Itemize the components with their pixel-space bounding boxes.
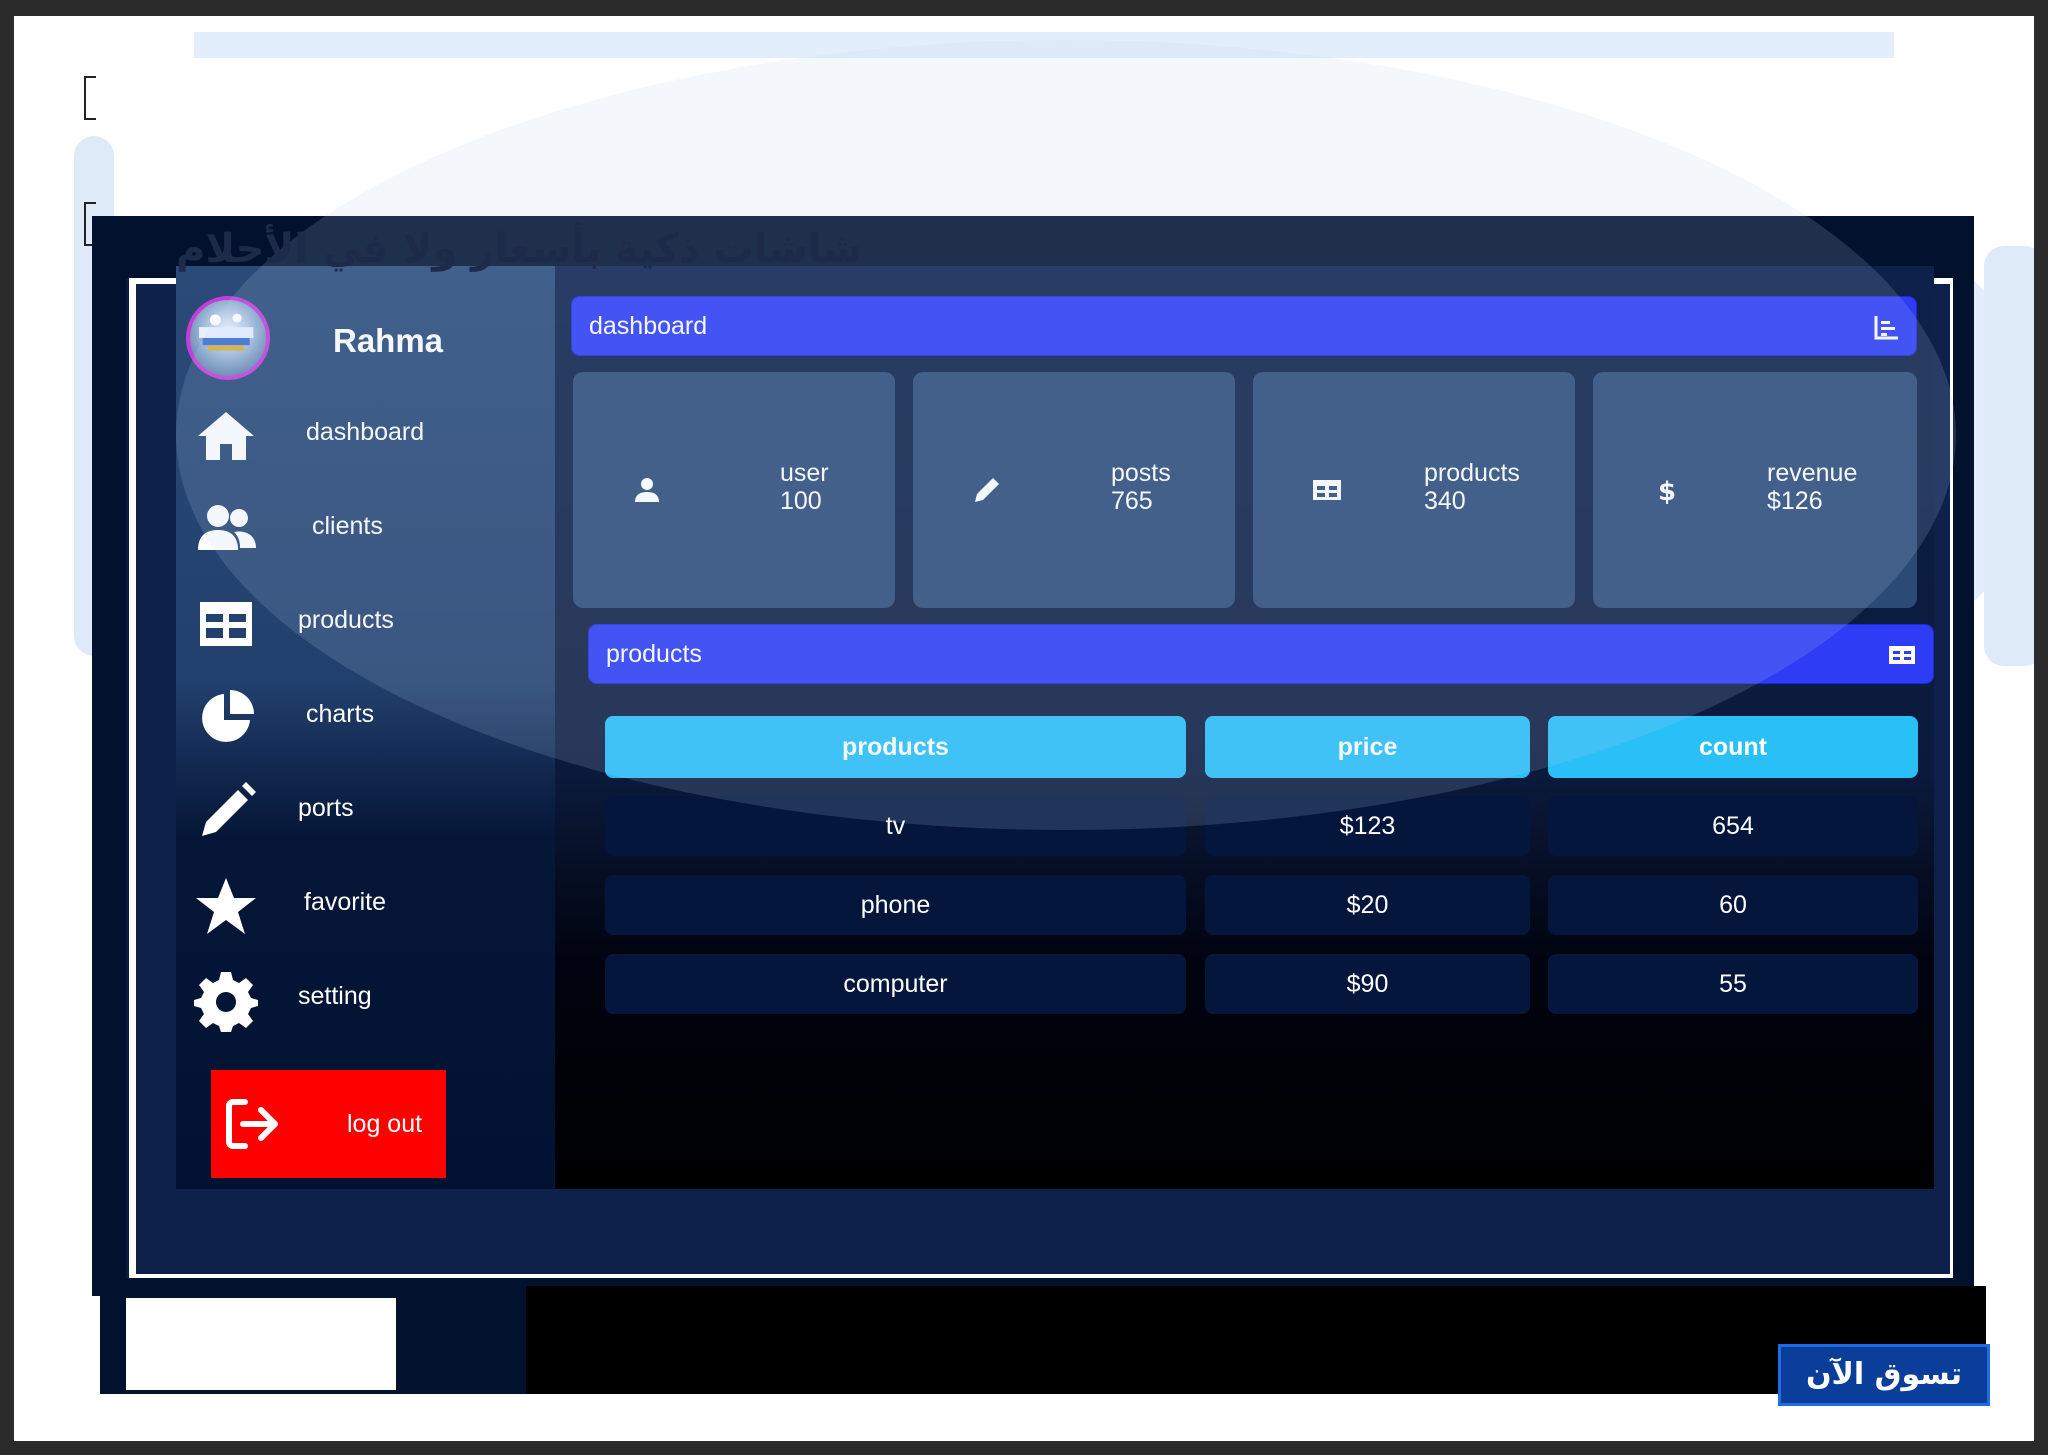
corner-mark: [84, 76, 96, 120]
bottom-white-block: [126, 1298, 396, 1390]
background-right-band: [1984, 246, 2034, 666]
dashboard-title: dashboard: [589, 312, 708, 340]
star-icon: [194, 874, 258, 938]
username: Rahma: [333, 322, 444, 359]
sidebar-item-ports[interactable]: ports: [190, 772, 540, 852]
sidebar: Rahma dashboard clients products charts: [176, 266, 555, 1189]
sidebar-item-products[interactable]: products: [190, 584, 540, 664]
bottom-black-block: [526, 1286, 1986, 1394]
table-header-price[interactable]: price: [1205, 716, 1530, 778]
stat-name: products: [1424, 459, 1520, 487]
promo-headline: شاشات ذكية بأسعار ولا في الأحلام: [176, 226, 863, 272]
sidebar-item-dashboard[interactable]: dashboard: [190, 396, 540, 476]
sidebar-item-setting[interactable]: setting: [190, 960, 540, 1040]
table-icon: [194, 592, 258, 656]
table-cell: $20: [1205, 875, 1530, 935]
products-header-bar: products: [588, 624, 1934, 684]
home-icon: [194, 404, 258, 468]
stat-value: $126: [1767, 487, 1823, 515]
sidebar-item-label: ports: [298, 794, 354, 822]
sidebar-item-label: favorite: [304, 888, 386, 916]
avatar-photo: [199, 313, 254, 351]
table-cell: 60: [1548, 875, 1918, 935]
logout-button[interactable]: log out: [211, 1070, 446, 1178]
sidebar-item-label: products: [298, 606, 394, 634]
table-cell: computer: [605, 954, 1186, 1014]
stat-value: 100: [780, 487, 822, 515]
sidebar-item-label: clients: [312, 512, 383, 540]
sidebar-item-label: charts: [306, 700, 375, 728]
table-cell: 654: [1548, 796, 1918, 856]
users-icon: [194, 498, 258, 562]
table-icon: [1311, 474, 1343, 506]
stat-name: user: [780, 459, 829, 487]
avatar[interactable]: [186, 296, 270, 380]
table-cell: 55: [1548, 954, 1918, 1014]
table-icon[interactable]: [1888, 641, 1916, 669]
stat-name: revenue: [1767, 459, 1858, 487]
shop-now-button[interactable]: تسوق الآن: [1778, 1344, 1990, 1406]
stat-value: 340: [1424, 487, 1466, 515]
stat-card-revenue[interactable]: $ revenue $126: [1593, 372, 1917, 608]
sidebar-item-label: setting: [298, 982, 372, 1010]
stat-card-user[interactable]: user 100: [573, 372, 895, 608]
sign-out-icon: [225, 1098, 281, 1150]
dashboard-app: Rahma dashboard clients products charts: [176, 266, 1934, 1189]
table-header-count[interactable]: count: [1548, 716, 1918, 778]
sidebar-item-charts[interactable]: charts: [190, 678, 540, 758]
logout-label: log out: [347, 1110, 423, 1138]
pie-chart-icon: [194, 686, 258, 750]
table-cell: $90: [1205, 954, 1530, 1014]
stat-card-posts[interactable]: posts 765: [913, 372, 1235, 608]
table-cell: $123: [1205, 796, 1530, 856]
svg-text:$: $: [1658, 477, 1676, 506]
profile[interactable]: Rahma: [186, 296, 546, 386]
sidebar-item-favorite[interactable]: favorite: [190, 866, 540, 946]
pencil-icon: [194, 780, 258, 844]
background-white-card: [94, 58, 1994, 238]
pencil-icon: [971, 474, 1003, 506]
user-icon: [631, 474, 663, 506]
background-top-strip: [194, 32, 1894, 58]
stat-value: 765: [1111, 487, 1153, 515]
dollar-icon: $: [1651, 474, 1683, 507]
stat-name: posts: [1111, 459, 1171, 487]
gear-icon: [194, 968, 258, 1032]
table-cell: tv: [605, 796, 1186, 856]
dashboard-header-bar: dashboard: [571, 296, 1917, 356]
table-cell: phone: [605, 875, 1186, 935]
table-header-products[interactable]: products: [605, 716, 1186, 778]
sidebar-item-label: dashboard: [306, 418, 425, 446]
bar-chart-icon[interactable]: [1873, 313, 1901, 341]
sidebar-item-clients[interactable]: clients: [190, 490, 540, 570]
main-content: dashboard user 100 posts 765 products 34…: [555, 266, 1934, 1189]
products-title: products: [606, 640, 702, 668]
stat-card-products[interactable]: products 340: [1253, 372, 1575, 608]
